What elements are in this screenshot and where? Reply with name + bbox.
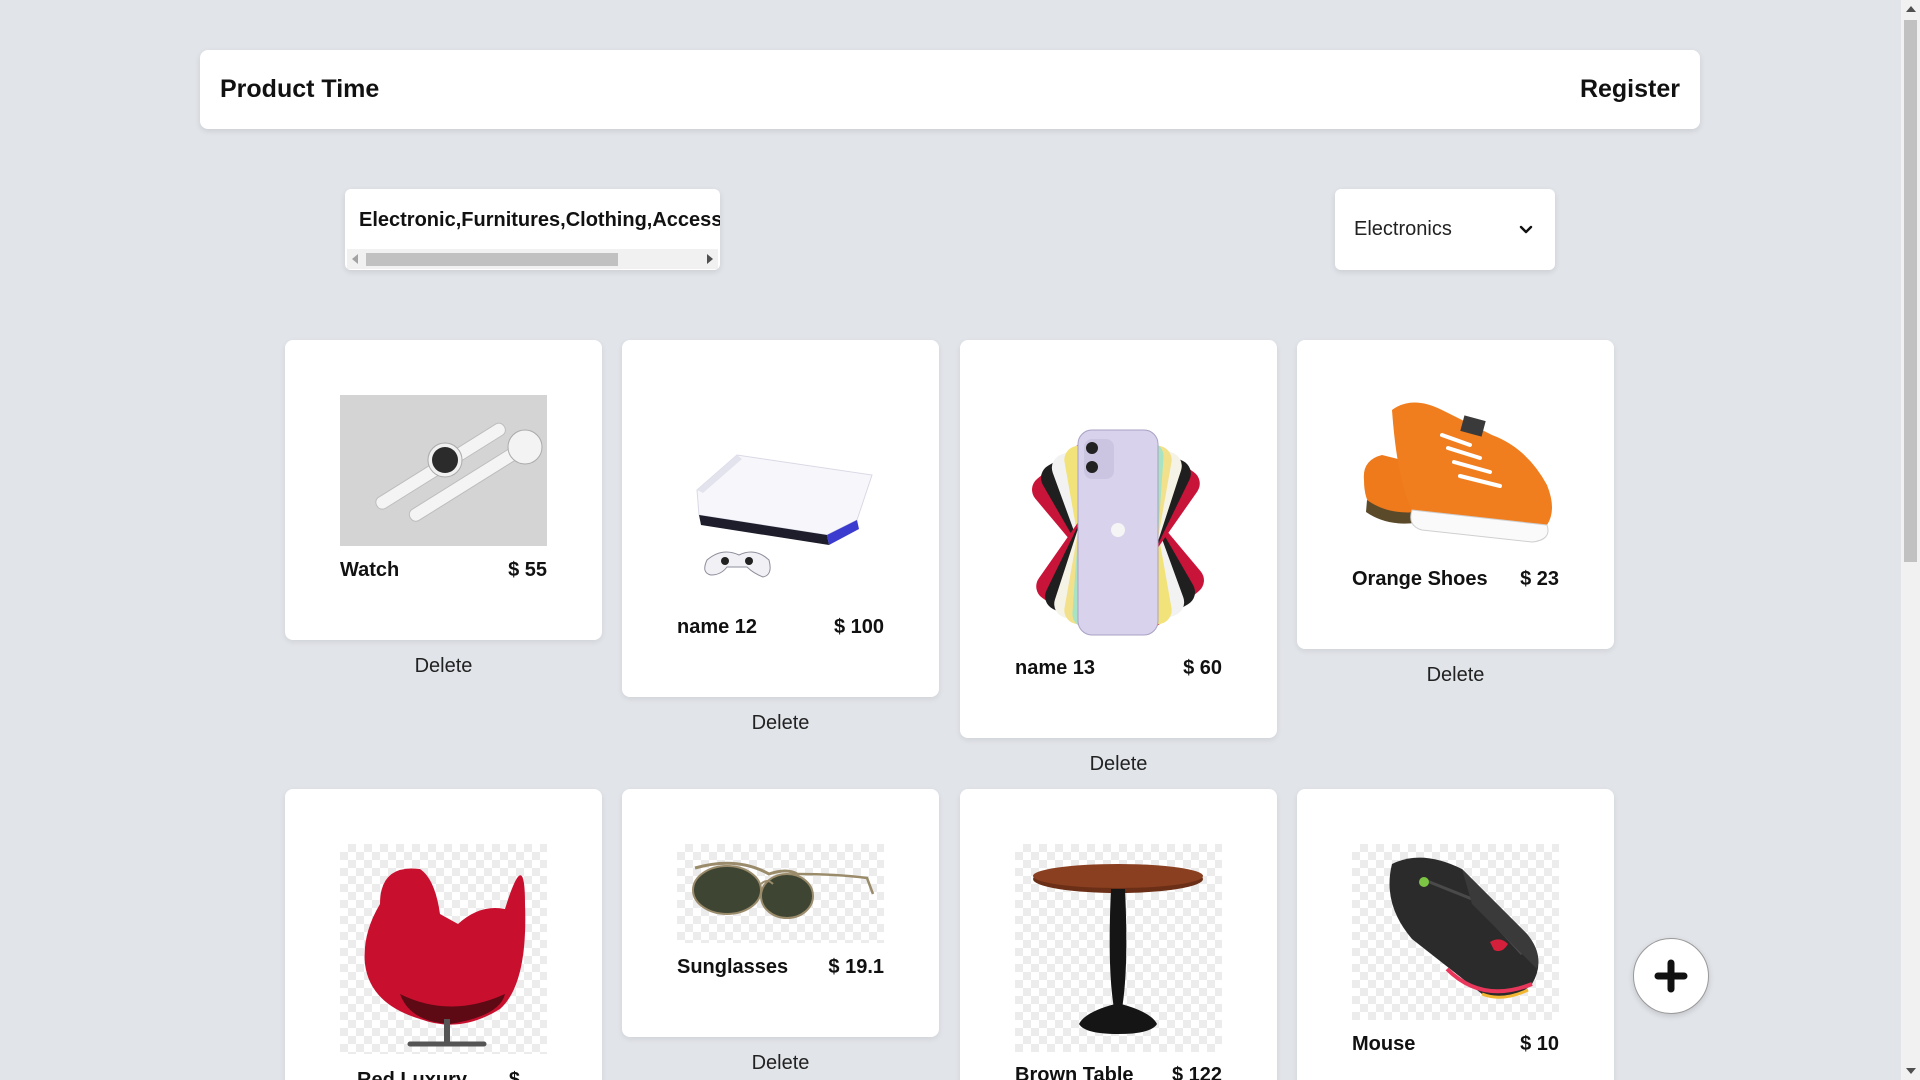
watch-image bbox=[340, 395, 547, 546]
chevron-down-icon bbox=[1519, 225, 1533, 233]
delete-button[interactable]: Delete bbox=[622, 1052, 939, 1075]
navbar: Product Time Register bbox=[200, 50, 1700, 129]
product-card: Brown Table $ 122 bbox=[960, 789, 1277, 1080]
scroll-up-arrow-icon[interactable] bbox=[1906, 6, 1916, 12]
delete-button[interactable]: Delete bbox=[960, 753, 1277, 776]
product-name: Red Luxury bbox=[357, 1069, 468, 1080]
scroll-left-arrow-icon[interactable] bbox=[352, 254, 358, 264]
product-name: Orange Shoes bbox=[1352, 568, 1488, 590]
product-name: Brown Table bbox=[1015, 1064, 1134, 1080]
sunglasses-image bbox=[677, 844, 884, 943]
product-card: Orange Shoes $ 23 bbox=[1297, 340, 1614, 649]
product-price: $ 55 bbox=[508, 559, 547, 581]
product-card: Sunglasses $ 19.1 bbox=[622, 789, 939, 1037]
vertical-scrollbar[interactable] bbox=[1901, 0, 1920, 1080]
product-card: Watch $ 55 bbox=[285, 340, 602, 640]
scroll-down-arrow-icon[interactable] bbox=[1906, 1068, 1916, 1074]
category-select-value: Electronics bbox=[1354, 218, 1452, 240]
game-console-image bbox=[677, 395, 884, 603]
horizontal-scrollbar[interactable] bbox=[347, 249, 718, 269]
add-product-button[interactable] bbox=[1633, 938, 1709, 1014]
mouse-image bbox=[1352, 844, 1559, 1020]
product-card: name 12 $ 100 bbox=[622, 340, 939, 697]
product-name: name 13 bbox=[1015, 657, 1096, 679]
page-viewport: Product Time Register Electronic,Furnitu… bbox=[0, 0, 1901, 1080]
category-select[interactable]: Electronics bbox=[1335, 189, 1555, 270]
brand-title[interactable]: Product Time bbox=[220, 75, 379, 104]
delete-button[interactable]: Delete bbox=[1297, 664, 1614, 687]
product-name: Watch bbox=[340, 559, 400, 581]
chair-image bbox=[340, 844, 547, 1054]
product-price: $ 100 bbox=[833, 616, 884, 638]
smartphone-image bbox=[1015, 425, 1222, 645]
scroll-right-arrow-icon[interactable] bbox=[707, 254, 713, 264]
category-list-text: Electronic,Furnitures,Clothing,Accessori… bbox=[359, 209, 720, 231]
scrollbar-thumb[interactable] bbox=[1904, 20, 1917, 562]
product-card: Red Luxury $ bbox=[285, 789, 602, 1080]
category-list[interactable]: Electronic,Furnitures,Clothing,Accessori… bbox=[345, 189, 720, 270]
product-price: $ bbox=[508, 1069, 520, 1080]
product-name: Sunglasses bbox=[677, 956, 789, 978]
product-name: name 12 bbox=[677, 616, 758, 638]
product-price: $ 122 bbox=[1171, 1064, 1222, 1080]
sneaker-image bbox=[1352, 390, 1559, 555]
scrollbar-thumb[interactable] bbox=[366, 253, 618, 266]
table-image bbox=[1015, 844, 1222, 1052]
product-card: Mouse $ 10 bbox=[1297, 789, 1614, 1080]
register-link[interactable]: Register bbox=[1580, 75, 1680, 104]
plus-icon bbox=[1654, 959, 1688, 993]
product-price: $ 60 bbox=[1183, 657, 1222, 679]
product-card: name 13 $ 60 bbox=[960, 340, 1277, 738]
product-price: $ 23 bbox=[1520, 568, 1559, 590]
product-price: $ 19.1 bbox=[828, 956, 884, 978]
product-price: $ 10 bbox=[1520, 1033, 1559, 1055]
delete-button[interactable]: Delete bbox=[622, 712, 939, 735]
product-name: Mouse bbox=[1352, 1033, 1416, 1055]
delete-button[interactable]: Delete bbox=[285, 655, 602, 678]
